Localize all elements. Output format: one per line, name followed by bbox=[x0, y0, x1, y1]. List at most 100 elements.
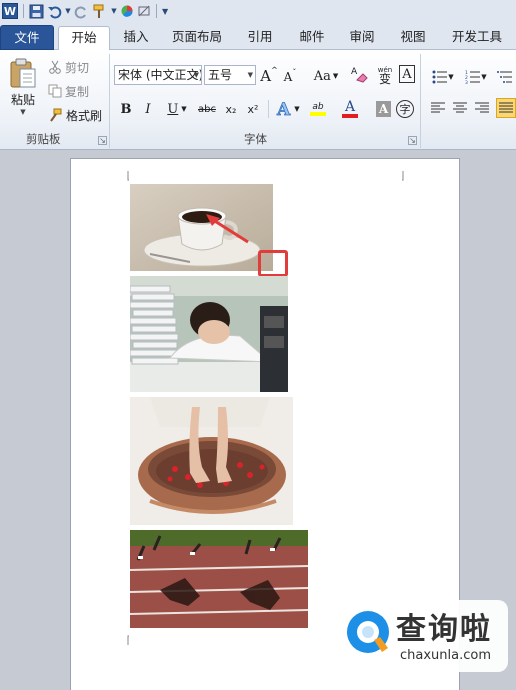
paste-dropdown-icon[interactable]: ▼ bbox=[20, 108, 25, 116]
clipboard-group-label: 剪贴板 bbox=[26, 132, 61, 146]
paste-label: 粘贴 bbox=[10, 92, 35, 107]
format-painter-label: 格式刷 bbox=[66, 108, 103, 123]
toolbar-divider bbox=[156, 4, 157, 18]
font-color-button[interactable]: A bbox=[336, 98, 364, 120]
customize-icon[interactable]: ▼ bbox=[162, 3, 168, 19]
copy-button[interactable]: 复制 bbox=[48, 82, 89, 100]
italic-icon: I bbox=[145, 101, 151, 117]
tab-insert[interactable]: 插入 bbox=[116, 26, 156, 50]
strikethrough-button[interactable]: abc bbox=[196, 100, 218, 118]
justify-button[interactable] bbox=[496, 98, 516, 118]
group-divider bbox=[420, 54, 421, 148]
strikethrough-icon: abc bbox=[198, 103, 216, 115]
format-painter-button[interactable]: 格式刷 bbox=[48, 106, 102, 124]
enclose-characters-icon: 字 bbox=[399, 103, 411, 116]
align-left-button[interactable] bbox=[430, 100, 446, 116]
font-color-swatch bbox=[342, 114, 358, 118]
underline-icon: U bbox=[167, 101, 179, 117]
svg-text:3: 3 bbox=[465, 80, 468, 84]
font-group-label: 字体 bbox=[244, 132, 267, 146]
clipboard-launcher-icon[interactable]: ↘ bbox=[98, 136, 107, 145]
clear-format-icon[interactable] bbox=[137, 3, 151, 19]
change-case-button[interactable]: Aa ▼ bbox=[312, 66, 340, 86]
bullets-button[interactable]: ▼ bbox=[428, 68, 458, 86]
clear-formatting-button[interactable]: A bbox=[350, 64, 370, 86]
underline-button[interactable]: U ▼ bbox=[164, 100, 190, 118]
format-painter-icon[interactable] bbox=[92, 3, 108, 19]
tab-file[interactable]: 文件 bbox=[0, 25, 54, 50]
save-icon[interactable] bbox=[29, 3, 44, 19]
format-painter-dropdown-icon[interactable]: ▼ bbox=[111, 3, 117, 19]
subscript-icon: x₂ bbox=[225, 102, 237, 116]
align-right-button[interactable] bbox=[474, 100, 490, 116]
watermark-title: 查询啦 bbox=[396, 612, 492, 647]
watermark-url: chaxunla.com bbox=[400, 648, 491, 663]
font-name-select[interactable]: 宋体 (中文正文) ▼ bbox=[114, 65, 202, 85]
coffee-cup-image[interactable] bbox=[130, 184, 273, 271]
quick-access-toolbar: W ▼ ▼ ▼ bbox=[0, 0, 516, 22]
font-name-value: 宋体 (中文正文) bbox=[118, 68, 202, 82]
bold-icon: B bbox=[120, 101, 132, 117]
cut-button[interactable]: 剪切 bbox=[48, 58, 89, 76]
sleeping-at-desk-image[interactable] bbox=[130, 276, 288, 392]
svg-text:A: A bbox=[276, 100, 291, 118]
tab-developer[interactable]: 开发工具 bbox=[446, 26, 508, 50]
enclose-characters-button[interactable]: 字 bbox=[396, 100, 414, 118]
character-border-button[interactable]: A bbox=[399, 65, 415, 83]
font-size-value: 五号 bbox=[208, 68, 233, 82]
phonetic-guide-icon: 变 bbox=[378, 72, 391, 86]
tab-view[interactable]: 视图 bbox=[393, 26, 433, 50]
chevron-down-icon: ▼ bbox=[247, 71, 253, 79]
align-center-button[interactable] bbox=[452, 100, 468, 116]
italic-button[interactable]: I bbox=[140, 100, 156, 118]
shrink-font-button[interactable]: Aˇ bbox=[282, 68, 298, 86]
color-icon[interactable] bbox=[120, 3, 134, 19]
justify-icon bbox=[499, 102, 513, 113]
highlight-button[interactable]: ab bbox=[304, 98, 332, 120]
word-logo-icon: W bbox=[2, 3, 18, 19]
shrink-font-icon: A bbox=[283, 70, 293, 84]
paste-button[interactable]: 粘贴 ▼ bbox=[4, 54, 42, 118]
character-shading-button[interactable]: A bbox=[376, 101, 391, 117]
multilevel-list-button[interactable] bbox=[494, 68, 516, 86]
align-right-icon bbox=[475, 102, 489, 113]
multilevel-list-icon bbox=[497, 71, 512, 83]
tab-page-layout[interactable]: 页面布局 bbox=[166, 26, 228, 50]
running-track-image[interactable] bbox=[130, 530, 308, 628]
svg-text:A: A bbox=[351, 67, 358, 77]
divider bbox=[268, 100, 269, 118]
bold-button[interactable]: B bbox=[118, 100, 134, 118]
numbering-button[interactable]: 123 ▼ bbox=[462, 68, 490, 86]
font-size-select[interactable]: 五号 ▼ bbox=[204, 65, 256, 85]
undo-icon[interactable] bbox=[47, 3, 62, 19]
search-logo-icon bbox=[347, 611, 389, 653]
align-center-icon bbox=[453, 102, 467, 113]
tab-mailings[interactable]: 邮件 bbox=[292, 26, 332, 50]
align-left-icon bbox=[431, 102, 445, 113]
phonetic-guide-button[interactable]: wén 变 bbox=[375, 64, 395, 86]
foot-bath-image[interactable] bbox=[130, 397, 293, 525]
scissors-icon bbox=[49, 60, 61, 74]
redo-icon[interactable] bbox=[74, 3, 89, 19]
grow-font-button[interactable]: A ^ bbox=[260, 66, 278, 86]
undo-dropdown-icon[interactable]: ▼ bbox=[65, 3, 71, 19]
copy-icon bbox=[48, 84, 62, 98]
group-divider bbox=[109, 54, 110, 148]
resize-handle-highlight[interactable] bbox=[258, 250, 288, 277]
margin-corner-top-right bbox=[402, 171, 404, 181]
superscript-button[interactable]: x² bbox=[244, 100, 262, 118]
cut-label: 剪切 bbox=[65, 60, 90, 75]
superscript-icon: x² bbox=[247, 102, 259, 116]
grow-font-icon: A bbox=[260, 67, 272, 85]
text-effects-button[interactable]: A ▼ bbox=[274, 98, 302, 120]
tab-review[interactable]: 审阅 bbox=[342, 26, 382, 50]
tab-references[interactable]: 引用 bbox=[240, 26, 280, 50]
subscript-button[interactable]: x₂ bbox=[222, 100, 240, 118]
font-launcher-icon[interactable]: ↘ bbox=[408, 136, 417, 145]
chevron-down-icon: ▼ bbox=[193, 71, 199, 79]
paintbrush-icon bbox=[50, 108, 62, 122]
tab-home[interactable]: 开始 bbox=[58, 26, 110, 51]
text-effects-icon: A bbox=[276, 100, 291, 118]
copy-label: 复制 bbox=[65, 84, 90, 99]
highlight-color-swatch bbox=[310, 112, 326, 116]
